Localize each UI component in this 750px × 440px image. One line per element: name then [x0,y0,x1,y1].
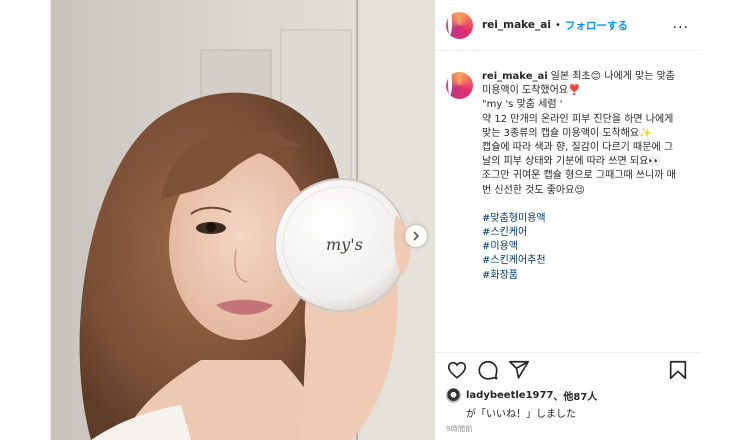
post-photo[interactable]: my's [51,0,435,440]
avatar[interactable] [446,11,473,39]
avatar-image [448,72,452,95]
post-header: rei_make_ai • フォローする ... [435,0,701,51]
caption-paragraph-2: "my 's 맞춤 세럼 ' 약 12 만개의 온라인 피부 진단을 하면 나에… [482,99,674,139]
like-button[interactable] [446,359,470,383]
bookmark-icon [669,360,687,380]
liker-username[interactable]: ladybeetle1977 [466,390,553,401]
product-label: my's [326,235,363,254]
share-icon [509,360,529,379]
likes-suffix: が「いいね！」しました [466,409,576,420]
instagram-post: my's rei_make_ai • フォローする ... rei_make_a… [50,0,701,440]
caption-text: rei_make_ai 일본 최초😊 나에게 맞는 맞춤미용액이 도착했어요❣️ … [482,70,682,283]
hashtag-link[interactable]: #맞춤형미용액 [482,212,682,226]
caption-avatar[interactable] [446,72,473,99]
comment-button[interactable] [477,359,501,383]
likes-others-count[interactable]: 、他87人 [553,388,597,403]
caption-row: rei_make_ai 일본 최초😊 나에게 맞는 맞춤미용액이 도착했어요❣️ … [446,70,687,283]
hashtag-link[interactable]: #스킨케어추천 [482,254,682,268]
likes-summary: ladybeetle1977 、他87人 が「いいね！」しました [446,388,696,420]
likes-line: ladybeetle1977 、他87人 [446,388,696,403]
comment-icon [478,360,498,380]
heart-icon [447,361,467,379]
caption-paragraph-3: 캡슐에 따라 색과 향, 질감이 다르기 때문에 그날의 피부 상태와 기분에 … [482,142,676,196]
share-button[interactable] [508,359,532,383]
caption-username[interactable]: rei_make_ai [482,71,548,82]
avatar-image [448,11,452,35]
more-options-button[interactable]: ... [673,17,689,31]
header-username[interactable]: rei_make_ai [482,19,551,31]
save-button[interactable] [667,359,691,383]
action-bar [435,352,701,384]
hashtag-list: #맞춤형미용액 #스킨케어 #미용액 #스킨케어추천 #화장품 [482,212,682,283]
chevron-right-icon [413,231,420,241]
next-photo-button[interactable] [405,225,427,247]
post-timestamp[interactable]: 9時間前 [446,424,473,434]
separator-dot: • [554,19,561,31]
hashtag-link[interactable]: #스킨케어 [482,226,682,240]
hashtag-link[interactable]: #화장품 [482,269,682,283]
hashtag-link[interactable]: #미용액 [482,240,682,254]
liker-avatar[interactable] [446,388,461,403]
post-side-panel: rei_make_ai • フォローする ... rei_make_ai 일본 최… [435,0,701,440]
follow-button[interactable]: フォローする [565,18,628,33]
caption-area[interactable]: rei_make_ai 일본 최초😊 나에게 맞는 맞춤미용액이 도착했어요❣️ … [435,60,701,350]
post-image: my's [51,0,435,440]
